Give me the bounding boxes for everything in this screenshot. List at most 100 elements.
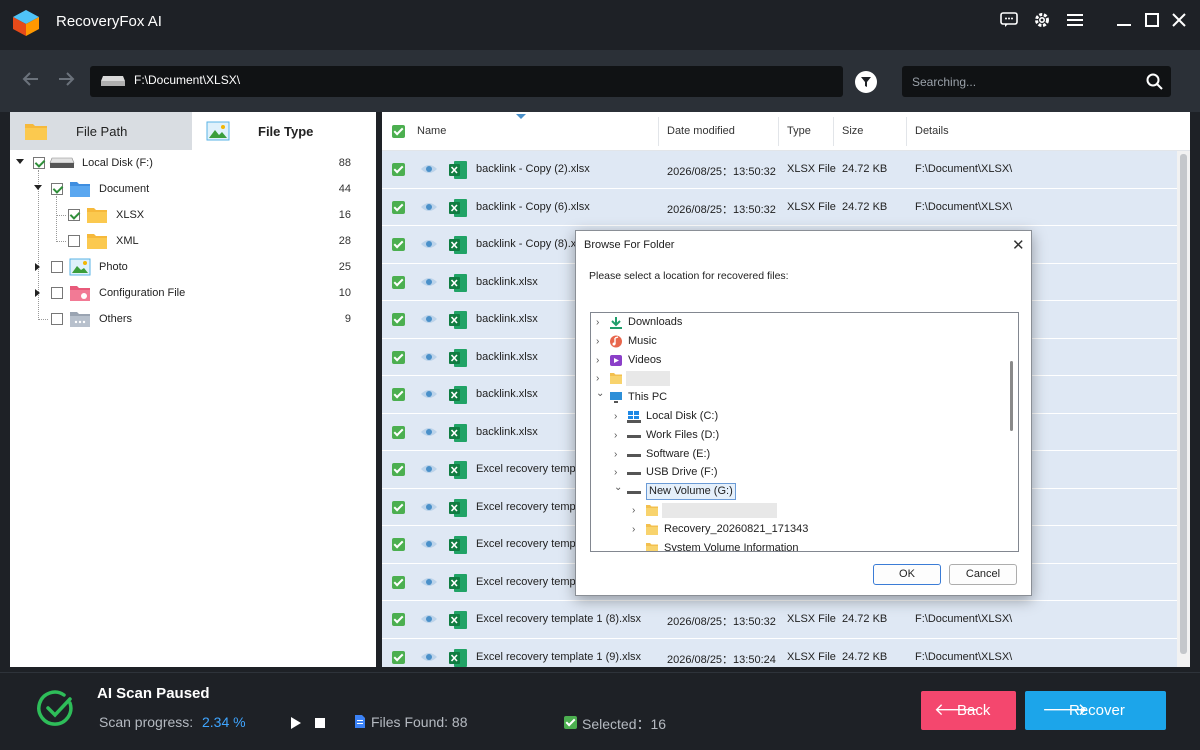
table-row[interactable]: Excel recovery template 1 (8).xlsx 2026/0… xyxy=(382,601,1177,639)
checkbox[interactable] xyxy=(51,287,63,299)
preview-eye-icon[interactable] xyxy=(420,651,438,663)
checkbox[interactable] xyxy=(51,313,63,325)
row-checkbox[interactable] xyxy=(392,425,405,439)
play-icon[interactable] xyxy=(290,716,302,730)
expand-icon[interactable] xyxy=(35,263,40,271)
folder-tree-item[interactable]: › Videos xyxy=(591,351,1007,370)
checkbox[interactable] xyxy=(33,157,45,169)
chevron-right-icon[interactable]: › xyxy=(596,355,599,366)
cancel-button[interactable]: Cancel xyxy=(949,564,1017,585)
chevron-right-icon[interactable]: › xyxy=(596,373,599,384)
preview-eye-icon[interactable] xyxy=(420,238,438,250)
gear-icon[interactable] xyxy=(1031,10,1053,30)
chevron-down-icon[interactable]: ⌄ xyxy=(614,482,622,493)
preview-eye-icon[interactable] xyxy=(420,351,438,363)
folder-tree-item[interactable]: System Volume Information xyxy=(591,539,1007,551)
row-checkbox[interactable] xyxy=(392,500,405,514)
list-scrollbar[interactable] xyxy=(1177,151,1190,667)
chevron-down-icon[interactable]: ⌄ xyxy=(596,388,604,399)
folder-tree-item[interactable]: › Music xyxy=(591,332,1007,351)
column-size[interactable]: Size xyxy=(842,125,863,137)
row-checkbox[interactable] xyxy=(392,350,405,364)
checkbox[interactable] xyxy=(51,261,63,273)
dialog-close-icon[interactable]: ✕ xyxy=(1012,236,1025,254)
chevron-right-icon[interactable]: › xyxy=(614,449,617,460)
tree-item-configuration-file[interactable]: Configuration File 10 xyxy=(10,280,376,306)
tab-file-path[interactable]: File Path xyxy=(10,112,192,150)
maximize-icon[interactable] xyxy=(1141,10,1163,30)
checkbox[interactable] xyxy=(68,209,80,221)
chevron-right-icon[interactable]: › xyxy=(614,411,617,422)
preview-eye-icon[interactable] xyxy=(420,276,438,288)
table-row[interactable]: backlink - Copy (6).xlsx 2026/08/25：13:50… xyxy=(382,188,1177,226)
tree-item-xlsx[interactable]: XLSX 16 xyxy=(10,202,376,228)
column-details[interactable]: Details xyxy=(915,125,949,137)
expand-icon[interactable] xyxy=(35,289,40,297)
folder-tree-item[interactable]: ⌄ This PC xyxy=(591,388,1007,407)
table-row[interactable]: backlink - Copy (2).xlsx 2026/08/25：13:50… xyxy=(382,151,1177,189)
chevron-right-icon[interactable]: › xyxy=(596,336,599,347)
row-checkbox[interactable] xyxy=(392,163,405,176)
checkbox[interactable] xyxy=(51,183,63,195)
row-checkbox[interactable] xyxy=(392,275,405,289)
folder-tree-item[interactable]: › Recovery_20260821_171343 xyxy=(591,520,1007,539)
search-icon[interactable] xyxy=(1146,73,1163,90)
filter-icon[interactable] xyxy=(855,71,877,93)
row-checkbox[interactable] xyxy=(392,313,405,326)
chevron-right-icon[interactable]: › xyxy=(614,467,617,478)
ok-button[interactable]: OK xyxy=(873,564,941,585)
collapse-icon[interactable] xyxy=(34,185,42,190)
stop-icon[interactable] xyxy=(315,718,325,728)
chevron-right-icon[interactable]: › xyxy=(614,430,617,441)
back-button[interactable]: 🡐 Back xyxy=(921,691,1016,730)
select-all-checkbox[interactable] xyxy=(392,125,405,138)
preview-eye-icon[interactable] xyxy=(420,576,438,588)
minimize-icon[interactable] xyxy=(1113,10,1135,30)
row-checkbox[interactable] xyxy=(392,463,405,476)
folder-tree-item[interactable]: › Software (E:) xyxy=(591,445,1007,464)
feedback-icon[interactable] xyxy=(998,10,1020,30)
folder-tree-item[interactable]: › xyxy=(591,501,1007,520)
dialog-scrollbar-thumb[interactable] xyxy=(1010,361,1013,431)
tree-item-local-disk[interactable]: Local Disk (F:) 88 xyxy=(10,150,376,176)
row-checkbox[interactable] xyxy=(392,650,405,664)
row-checkbox[interactable] xyxy=(392,238,405,251)
forward-arrow-icon[interactable] xyxy=(55,70,77,92)
tree-item-document[interactable]: Document 44 xyxy=(10,176,376,202)
search-input[interactable] xyxy=(912,66,1137,97)
preview-eye-icon[interactable] xyxy=(420,463,438,475)
back-arrow-icon[interactable] xyxy=(20,70,42,92)
dialog-scrollbar[interactable] xyxy=(1006,313,1018,551)
sort-arrow-icon[interactable] xyxy=(516,114,526,119)
recover-button[interactable]: 🡒 Recover xyxy=(1025,691,1166,730)
preview-eye-icon[interactable] xyxy=(420,501,438,513)
preview-eye-icon[interactable] xyxy=(420,613,438,625)
preview-eye-icon[interactable] xyxy=(420,313,438,325)
preview-eye-icon[interactable] xyxy=(420,426,438,438)
column-date-modified[interactable]: Date modified xyxy=(667,125,735,137)
close-icon[interactable] xyxy=(1168,10,1190,30)
preview-eye-icon[interactable] xyxy=(420,201,438,213)
row-checkbox[interactable] xyxy=(392,613,405,626)
chevron-right-icon[interactable]: › xyxy=(632,524,635,535)
row-checkbox[interactable] xyxy=(392,200,405,214)
folder-tree-item[interactable]: ⌄ New Volume (G:) xyxy=(591,482,1007,501)
folder-tree-item[interactable]: › xyxy=(591,369,1007,388)
scrollbar-thumb[interactable] xyxy=(1180,154,1187,654)
row-checkbox[interactable] xyxy=(392,575,405,589)
tree-item-others[interactable]: Others 9 xyxy=(10,306,376,332)
chevron-right-icon[interactable]: › xyxy=(632,505,635,516)
preview-eye-icon[interactable] xyxy=(420,388,438,400)
path-bar[interactable]: F:\Document\XLSX\ xyxy=(90,66,843,97)
tab-file-type[interactable]: File Type xyxy=(192,112,376,150)
folder-tree-item[interactable]: › USB Drive (F:) xyxy=(591,463,1007,482)
menu-icon[interactable] xyxy=(1064,10,1086,30)
chevron-right-icon[interactable]: › xyxy=(596,317,599,328)
tree-item-photo[interactable]: Photo 25 xyxy=(10,254,376,280)
folder-tree-item[interactable]: › Downloads xyxy=(591,313,1007,332)
row-checkbox[interactable] xyxy=(392,538,405,551)
row-checkbox[interactable] xyxy=(392,388,405,401)
collapse-icon[interactable] xyxy=(16,159,24,164)
column-type[interactable]: Type xyxy=(787,125,811,137)
table-row[interactable]: Excel recovery template 1 (9).xlsx 2026/0… xyxy=(382,638,1177,667)
